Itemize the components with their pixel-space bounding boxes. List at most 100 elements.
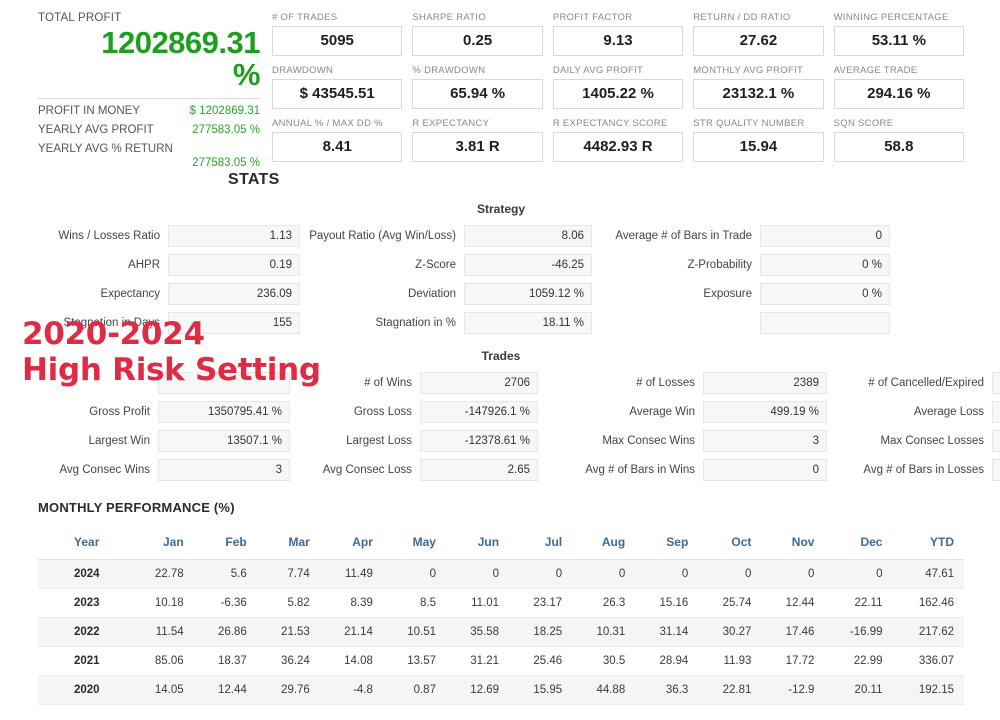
month-value: 336.07 (892, 647, 964, 676)
metric-caption: SHARPE RATIO (412, 12, 542, 23)
column-header-oct: Oct (698, 529, 761, 560)
stat-value-field[interactable]: -61.92 % (992, 401, 1000, 423)
stat-cell: Avg # of Bars in Wins0 (538, 459, 827, 481)
stat-value-field[interactable]: 2.65 (420, 459, 538, 481)
stat-cell: # of Cancelled/Expired0 (827, 372, 1000, 394)
stat-cell: Exposure0 % (592, 283, 890, 305)
stat-label: Avg # of Bars in Losses (827, 464, 992, 476)
yearly-avg-profit-label: YEARLY AVG PROFIT (38, 124, 154, 136)
stat-value-field[interactable] (158, 372, 290, 394)
metric-value: 9.13 (553, 26, 683, 56)
stat-value-field[interactable]: 499.19 % (703, 401, 827, 423)
stat-row: AHPR0.19Z-Score-46.25Z-Probability0 % (38, 254, 964, 276)
month-value: 26.86 (194, 618, 257, 647)
month-value: 0 (635, 560, 698, 589)
stat-label: Stagnation in Days (38, 317, 168, 329)
stat-cell: Expectancy236.09 (38, 283, 300, 305)
month-value: 8.39 (320, 589, 383, 618)
stat-value-field[interactable]: -46.25 (464, 254, 592, 276)
total-profit-value-block: 1202869.31 % (38, 26, 260, 90)
yearly-avg-profit-row: YEARLY AVG PROFIT 277583.05 % (38, 124, 260, 136)
metric-value: 27.62 (693, 26, 823, 56)
metric-value: 3.81 R (412, 132, 542, 162)
stat-value-field[interactable]: 2389 (703, 372, 827, 394)
stat-row: Avg Consec Wins3Avg Consec Loss2.65Avg #… (38, 459, 964, 481)
stat-value-field[interactable]: 236.09 (168, 283, 300, 305)
monthly-performance-table: YearJanFebMarAprMayJunJulAugSepOctNovDec… (38, 529, 964, 705)
stat-value-field[interactable]: 2706 (420, 372, 538, 394)
stat-cell: Gross Loss-147926.1 % (290, 401, 538, 423)
stat-label: Max Consec Losses (827, 435, 992, 447)
month-value: 217.62 (892, 618, 964, 647)
stat-label: Z-Probability (592, 259, 760, 271)
month-value: 10.18 (131, 589, 194, 618)
strategy-rows: Wins / Losses Ratio1.13Payout Ratio (Avg… (38, 225, 964, 334)
month-value: 30.5 (572, 647, 635, 676)
key-metrics-grid: # OF TRADES5095SHARPE RATIO0.25PROFIT FA… (272, 12, 964, 171)
stat-label: # of Cancelled/Expired (827, 377, 992, 389)
stat-value-field[interactable]: 8.06 (464, 225, 592, 247)
metric-cell: WINNING PERCENTAGE53.11 % (834, 12, 964, 56)
stat-label: Expectancy (38, 288, 168, 300)
stat-value-field[interactable]: 3 (158, 459, 290, 481)
stat-value-field[interactable]: 13507.1 % (158, 430, 290, 452)
stat-row: Stagnation in Days155Stagnation in %18.1… (38, 312, 964, 334)
stat-value-field[interactable]: 155 (168, 312, 300, 334)
profit-in-money-label: PROFIT IN MONEY (38, 105, 140, 117)
metric-value: $ 43545.51 (272, 79, 402, 109)
stat-value-field[interactable]: 1350795.41 % (158, 401, 290, 423)
column-header-sep: Sep (635, 529, 698, 560)
month-value: 18.25 (509, 618, 572, 647)
column-header-jun: Jun (446, 529, 509, 560)
stat-value-field[interactable]: 0 (703, 459, 827, 481)
metric-caption: R EXPECTANCY SCORE (553, 118, 683, 129)
month-value: 44.88 (572, 676, 635, 705)
stat-value-field[interactable]: 1.13 (168, 225, 300, 247)
stat-value-field[interactable]: -147926.1 % (420, 401, 538, 423)
stat-value-field[interactable]: 0 % (760, 283, 890, 305)
stat-label: Average # of Bars in Trade (592, 230, 760, 242)
stat-value-field[interactable]: 3 (703, 430, 827, 452)
stat-value-field[interactable]: 0 (992, 459, 1000, 481)
metric-value: 15.94 (693, 132, 823, 162)
month-value: 26.3 (572, 589, 635, 618)
total-profit-label: TOTAL PROFIT (38, 12, 260, 24)
month-value: 30.27 (698, 618, 761, 647)
metric-value: 8.41 (272, 132, 402, 162)
stat-value-field[interactable] (760, 312, 890, 334)
metric-caption: ANNUAL % / MAX DD % (272, 118, 402, 129)
stat-value-field[interactable]: 0 (992, 372, 1000, 394)
metric-cell: R EXPECTANCY SCORE4482.93 R (553, 118, 683, 162)
stat-value-field[interactable]: 1059.12 % (464, 283, 592, 305)
stat-value-field[interactable]: 0.19 (168, 254, 300, 276)
column-header-apr: Apr (320, 529, 383, 560)
month-value: 47.61 (892, 560, 964, 589)
month-value: 21.53 (257, 618, 320, 647)
total-profit-unit: % (38, 60, 260, 90)
stat-cell: Largest Loss-12378.61 % (290, 430, 538, 452)
stat-value-field[interactable]: -12378.61 % (420, 430, 538, 452)
stat-cell: Max Consec Wins3 (538, 430, 827, 452)
month-value: 10.31 (572, 618, 635, 647)
stat-label: # of Wins (290, 377, 420, 389)
stat-cell: Deviation1059.12 % (300, 283, 592, 305)
column-header-mar: Mar (257, 529, 320, 560)
month-value: 11.54 (131, 618, 194, 647)
metric-value: 294.16 % (834, 79, 964, 109)
stat-label: Payout Ratio (Avg Win/Loss) (300, 230, 464, 242)
column-header-may: May (383, 529, 446, 560)
month-value: 15.16 (635, 589, 698, 618)
table-header-row: YearJanFebMarAprMayJunJulAugSepOctNovDec… (38, 529, 964, 560)
stat-cell: Gross Profit1350795.41 % (38, 401, 290, 423)
month-value: 12.44 (761, 589, 824, 618)
metric-caption: STR QUALITY NUMBER (693, 118, 823, 129)
month-value: 22.99 (824, 647, 892, 676)
stat-value-field[interactable]: 12 (992, 430, 1000, 452)
stat-cell: Average # of Bars in Trade0 (592, 225, 890, 247)
month-value: 22.11 (824, 589, 892, 618)
month-value: 17.46 (761, 618, 824, 647)
stat-value-field[interactable]: 0 (760, 225, 890, 247)
stat-value-field[interactable]: 0 % (760, 254, 890, 276)
month-value: 36.3 (635, 676, 698, 705)
stat-value-field[interactable]: 18.11 % (464, 312, 592, 334)
